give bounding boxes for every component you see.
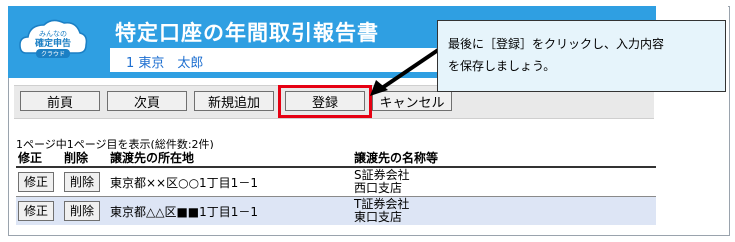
delete-button[interactable]: 削除 <box>64 201 101 221</box>
edit-button[interactable]: 修正 <box>18 172 55 192</box>
user-name: 1 東京 太郎 <box>126 56 204 71</box>
table-row: 修正 削除 東京都××区○○1丁目1－1 S証券会社 西口支店 <box>16 166 656 197</box>
instruction-callout: 最後に［登録］をクリックし、入力内容 を保存しましょう。 <box>437 20 726 92</box>
header-edit: 修正 <box>16 149 62 168</box>
edit-button[interactable]: 修正 <box>18 201 55 221</box>
logo-line1: みんなの <box>39 30 67 38</box>
app-logo: みんなの 確定申告 クラウド <box>19 19 88 58</box>
logo-line3: クラウド <box>41 50 65 58</box>
prev-page-button[interactable]: 前頁 <box>20 91 100 111</box>
delete-button[interactable]: 削除 <box>64 172 101 192</box>
address-cell: 東京都××区○○1丁目1－1 <box>108 166 352 197</box>
header-delete: 削除 <box>62 149 108 168</box>
register-highlight-box <box>278 85 372 118</box>
records-table: 修正 削除 譲渡先の所在地 譲渡先の名称等 修正 削除 東京都××区○○1丁目1… <box>16 149 656 225</box>
callout-line1: 最後に［登録］をクリックし、入力内容 <box>448 37 665 51</box>
address-cell: 東京都△△区■■1丁目1－1 <box>108 196 352 225</box>
branch-name: 西口支店 <box>354 181 403 195</box>
header-address: 譲渡先の所在地 <box>108 149 352 168</box>
name-cell: T証券会社 東口支店 <box>352 196 656 225</box>
next-page-button[interactable]: 次頁 <box>107 91 187 111</box>
table-header-row: 修正 削除 譲渡先の所在地 譲渡先の名称等 <box>16 149 656 168</box>
name-cell: S証券会社 西口支店 <box>352 166 656 197</box>
table-row: 修正 削除 東京都△△区■■1丁目1－1 T証券会社 東口支店 <box>16 196 656 225</box>
callout-line2: を保存しましょう。 <box>448 59 556 73</box>
logo-line2: 確定申告 <box>35 37 71 49</box>
add-new-button[interactable]: 新規追加 <box>194 91 274 111</box>
page-title: 特定口座の年間取引報告書 <box>115 21 379 45</box>
header-name: 譲渡先の名称等 <box>352 149 656 168</box>
branch-name: 東口支店 <box>354 210 403 224</box>
